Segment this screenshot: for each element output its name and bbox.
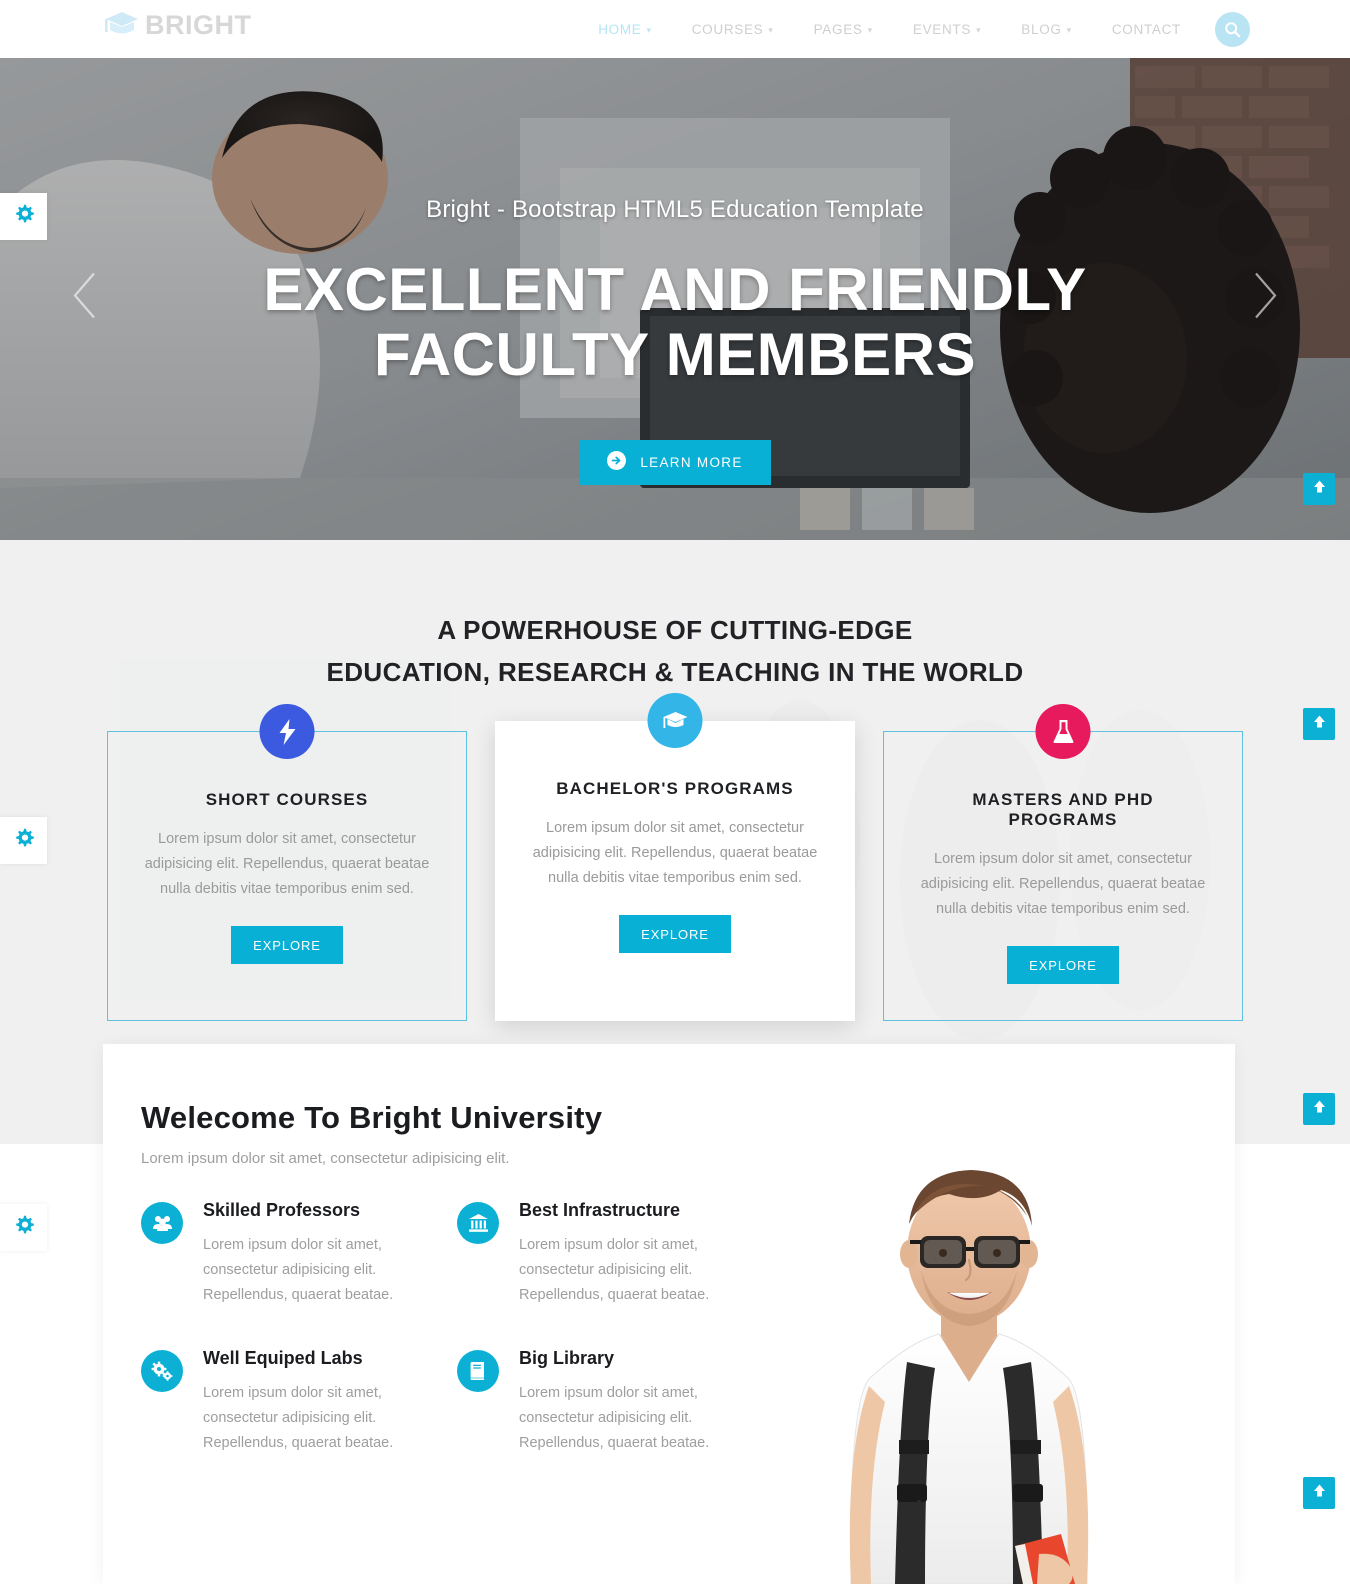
hero-subtitle: Bright - Bootstrap HTML5 Education Templ… — [426, 196, 924, 223]
graduation-cap-icon — [647, 693, 703, 749]
arrow-up-icon — [1312, 479, 1327, 499]
search-icon — [1224, 21, 1241, 38]
feature-best-infrastructure: Best Infrastructure Lorem ipsum dolor si… — [457, 1200, 773, 1348]
nav-label: CONTACT — [1111, 21, 1181, 37]
program-card-title: MASTERS AND PHD PROGRAMS — [972, 790, 1154, 830]
chevron-down-icon: ▾ — [646, 24, 652, 35]
arrow-up-icon — [1312, 1099, 1327, 1119]
programs-section: A POWERHOUSE OF CUTTING-EDGE EDUCATION, … — [0, 540, 1350, 1040]
feature-body: Best Infrastructure Lorem ipsum dolor si… — [519, 1200, 719, 1308]
users-icon — [141, 1202, 183, 1244]
scroll-to-top-button-4[interactable] — [1303, 1477, 1335, 1509]
learn-more-button[interactable]: LEARN MORE — [579, 439, 771, 485]
program-card-bachelors-programs[interactable]: BACHELOR'S PROGRAMS Lorem ipsum dolor si… — [495, 693, 855, 1021]
chevron-right-icon — [1255, 272, 1277, 319]
programs-card-list: SHORT COURSES Lorem ipsum dolor sit amet… — [0, 693, 1350, 1021]
feature-title: Well Equiped Labs — [203, 1347, 363, 1368]
chevron-left-icon — [73, 272, 95, 319]
logo-text: BRIGHT — [145, 9, 252, 40]
page-root: BRIGHT HOME ▾ COURSES ▾ PAGES ▾ EVENTS ▾… — [0, 0, 1350, 1584]
book-icon — [457, 1349, 499, 1392]
nav-item-home[interactable]: HOME ▾ — [578, 22, 672, 37]
programs-heading-line1: A POWERHOUSE OF CUTTING-EDGE — [437, 615, 913, 645]
feature-text: Lorem ipsum dolor sit amet, consectetur … — [519, 1384, 710, 1451]
graduation-cap-icon — [103, 10, 141, 40]
student-photo — [789, 1154, 1149, 1584]
program-card-short-courses[interactable]: SHORT COURSES Lorem ipsum dolor sit amet… — [107, 704, 467, 1021]
programs-heading-line2: EDUCATION, RESEARCH & TEACHING IN THE WO… — [326, 656, 1024, 687]
hero-title-line1: EXCELLENT AND FRIENDLY — [263, 256, 1087, 323]
gear-icon — [14, 1215, 34, 1240]
nav-item-pages[interactable]: PAGES ▾ — [794, 22, 893, 37]
program-card-masters-phd-programs[interactable]: MASTERS AND PHD PROGRAMS Lorem ipsum dol… — [883, 704, 1243, 1021]
hero-title: EXCELLENT AND FRIENDLY FACULTY MEMBERS — [263, 256, 1087, 388]
scroll-to-top-button-2[interactable] — [1303, 708, 1335, 740]
site-header: BRIGHT HOME ▾ COURSES ▾ PAGES ▾ EVENTS ▾… — [0, 0, 1350, 58]
nav-label: PAGES — [813, 21, 863, 37]
programs-heading: A POWERHOUSE OF CUTTING-EDGE EDUCATION, … — [0, 540, 1350, 693]
gear-icon — [14, 828, 34, 853]
arrow-up-icon — [1312, 1483, 1327, 1503]
site-logo[interactable]: BRIGHT — [103, 10, 252, 40]
explore-button[interactable]: EXPLORE — [1007, 946, 1119, 984]
explore-button[interactable]: EXPLORE — [619, 915, 731, 953]
bolt-icon — [259, 704, 315, 760]
arrow-circle-right-icon — [607, 451, 627, 473]
arrow-up-icon — [1312, 714, 1327, 734]
nav-label: HOME — [598, 21, 642, 37]
chevron-down-icon: ▾ — [867, 24, 873, 35]
feature-text: Lorem ipsum dolor sit amet, consectetur … — [203, 1384, 394, 1451]
settings-widget-3[interactable] — [0, 1204, 47, 1251]
feature-body: Skilled Professors Lorem ipsum dolor sit… — [203, 1200, 403, 1308]
feature-title: Skilled Professors — [203, 1200, 361, 1220]
program-card-title: SHORT COURSES — [205, 790, 369, 810]
nav-item-blog[interactable]: BLOG ▾ — [1001, 22, 1092, 37]
main-navigation: HOME ▾ COURSES ▾ PAGES ▾ EVENTS ▾ BLOG ▾… — [578, 0, 1250, 58]
settings-widget-2[interactable] — [0, 817, 47, 864]
gear-icon — [14, 204, 34, 229]
carousel-next-button[interactable] — [1248, 268, 1282, 331]
chevron-down-icon: ▾ — [768, 24, 774, 35]
nav-label: BLOG — [1021, 21, 1062, 37]
chevron-down-icon: ▾ — [1066, 24, 1072, 35]
feature-body: Big Library Lorem ipsum dolor sit amet, … — [519, 1348, 719, 1456]
learn-more-label: LEARN MORE — [640, 454, 743, 470]
feature-title: Big Library — [519, 1347, 615, 1368]
cogs-icon — [141, 1349, 183, 1392]
carousel-prev-button[interactable] — [68, 268, 102, 331]
settings-widget-1[interactable] — [0, 193, 47, 240]
welcome-section: Welecome To Bright University Lorem ipsu… — [103, 1044, 1235, 1584]
explore-button[interactable]: EXPLORE — [231, 926, 343, 964]
welcome-subtitle: Lorem ipsum dolor sit amet, consectetur … — [141, 1150, 510, 1167]
hero-content: Bright - Bootstrap HTML5 Education Templ… — [0, 58, 1350, 540]
feature-text: Lorem ipsum dolor sit amet, consectetur … — [519, 1237, 710, 1303]
feature-well-equiped-labs: Well Equiped Labs Lorem ipsum dolor sit … — [141, 1348, 457, 1496]
chevron-down-icon: ▾ — [976, 24, 982, 35]
bank-icon — [457, 1202, 499, 1244]
scroll-to-top-button-1[interactable] — [1303, 473, 1335, 505]
program-card-text: Lorem ipsum dolor sit amet, consectetur … — [920, 851, 1206, 918]
flask-icon — [1035, 704, 1091, 760]
nav-item-courses[interactable]: COURSES ▾ — [672, 22, 794, 37]
welcome-title: Welecome To Bright University — [141, 1100, 603, 1135]
feature-body: Well Equiped Labs Lorem ipsum dolor sit … — [203, 1348, 403, 1456]
feature-skilled-professors: Skilled Professors Lorem ipsum dolor sit… — [141, 1200, 457, 1348]
program-card-title: BACHELOR'S PROGRAMS — [556, 779, 794, 799]
program-card-text: Lorem ipsum dolor sit amet, consectetur … — [532, 820, 818, 887]
search-button[interactable] — [1215, 11, 1250, 47]
nav-item-events[interactable]: EVENTS ▾ — [893, 22, 1001, 37]
hero-title-line2: FACULTY MEMBERS — [374, 320, 976, 388]
hero-carousel: Bright - Bootstrap HTML5 Education Templ… — [0, 58, 1350, 540]
feature-big-library: Big Library Lorem ipsum dolor sit amet, … — [457, 1348, 773, 1496]
scroll-to-top-button-3[interactable] — [1303, 1093, 1335, 1125]
program-card-text: Lorem ipsum dolor sit amet, consectetur … — [144, 831, 430, 898]
welcome-feature-grid: Skilled Professors Lorem ipsum dolor sit… — [141, 1200, 773, 1496]
feature-title: Best Infrastructure — [519, 1200, 681, 1220]
feature-text: Lorem ipsum dolor sit amet, consectetur … — [203, 1237, 394, 1303]
nav-label: COURSES — [691, 21, 764, 37]
nav-item-contact[interactable]: CONTACT — [1092, 22, 1201, 37]
nav-label: EVENTS — [912, 21, 972, 37]
